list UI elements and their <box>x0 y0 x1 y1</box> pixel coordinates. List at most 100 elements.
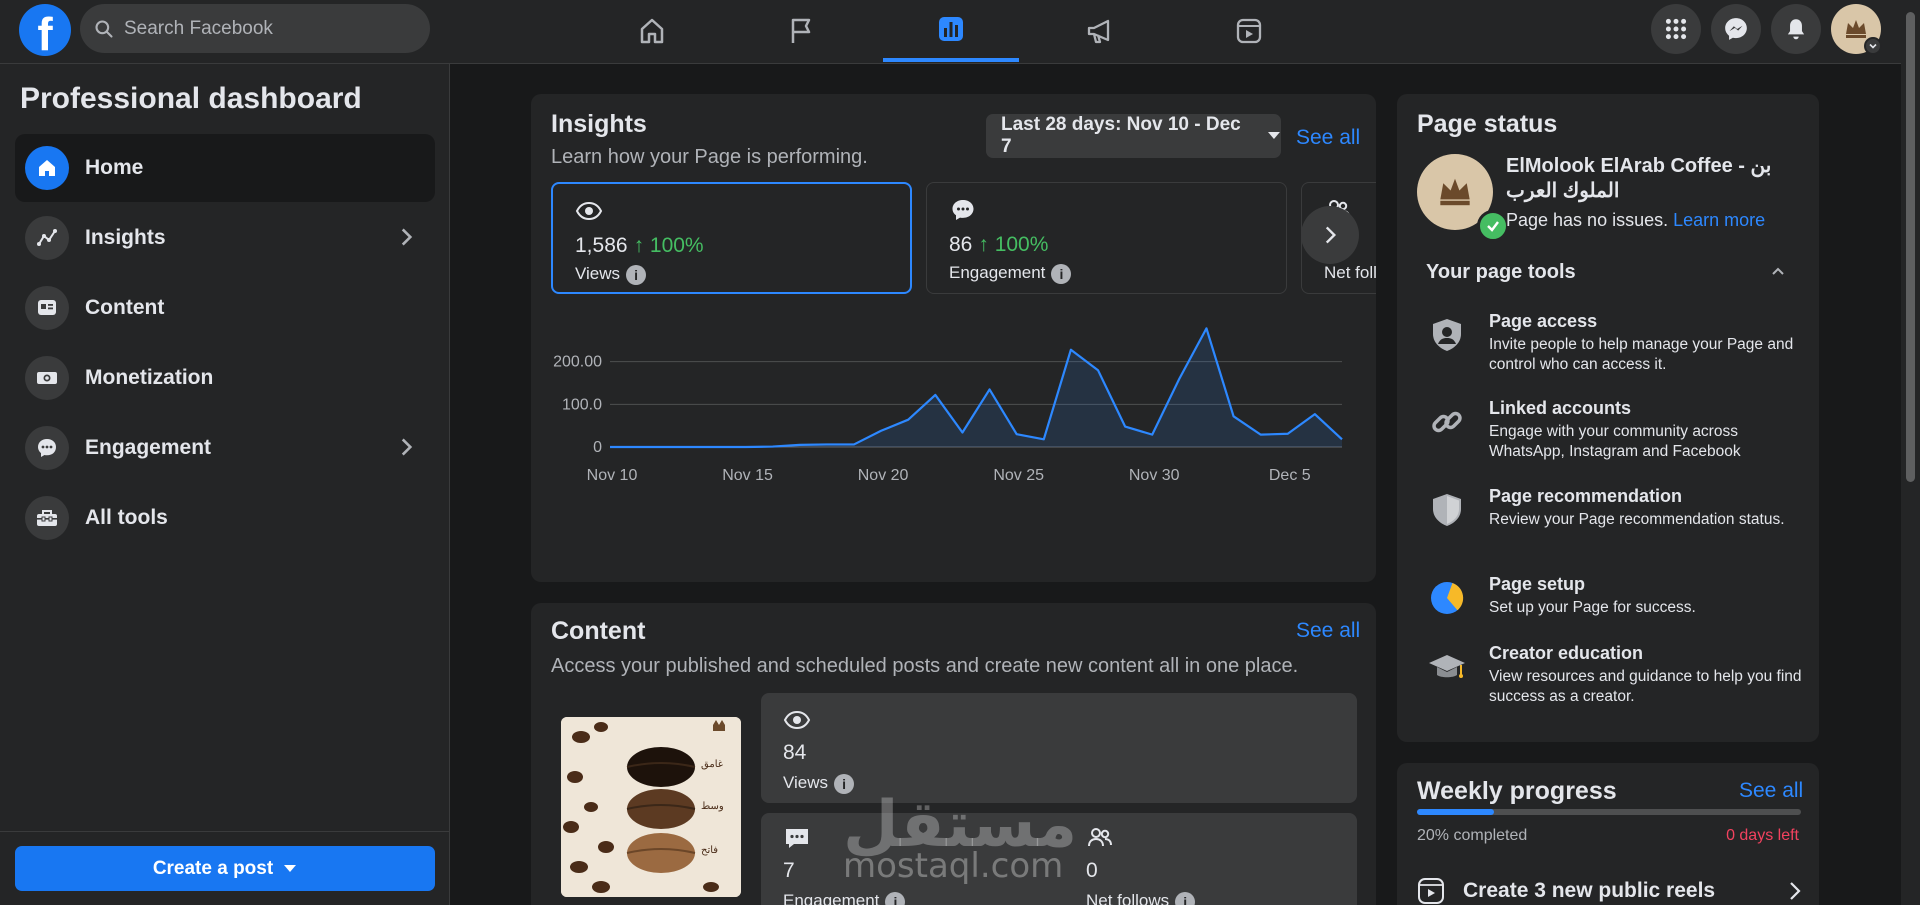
crown-logo-icon <box>1440 178 1470 206</box>
weekly-days-left: 0 days left <box>1726 827 1799 844</box>
chart-data-point[interactable] <box>607 444 613 450</box>
nav-tab-ads[interactable] <box>1032 0 1168 62</box>
insights-card: Insights Learn how your Page is performi… <box>531 94 1376 582</box>
info-icon[interactable]: i <box>1175 891 1196 905</box>
learn-more-link[interactable]: Learn more <box>1673 210 1765 230</box>
info-icon[interactable]: i <box>885 891 906 905</box>
info-icon[interactable]: i <box>1051 263 1072 284</box>
weekly-progress-bar <box>1417 809 1801 815</box>
nav-tab-pages[interactable] <box>733 0 869 62</box>
chart-data-point[interactable] <box>1231 413 1237 419</box>
nav-tab-reels[interactable] <box>1181 0 1317 62</box>
chart-area-fill <box>610 328 1342 447</box>
megaphone-icon <box>1087 19 1110 44</box>
sidebar-item-home[interactable]: Home <box>15 134 435 202</box>
chart-data-point[interactable] <box>661 444 667 450</box>
page-status-card: Page status ElMolook ElArab Coffee - بن … <box>1397 94 1819 742</box>
chart-data-point[interactable] <box>851 441 857 447</box>
thumb-label-dark: غامق <box>701 759 723 770</box>
nav-tab-home[interactable] <box>584 0 720 62</box>
sidebar-item-monetization[interactable]: Monetization <box>15 344 435 412</box>
sidebar-item-content[interactable]: Content <box>15 274 435 342</box>
chart-data-point[interactable] <box>1095 367 1101 373</box>
reels-icon <box>1236 18 1262 44</box>
weekly-task-item[interactable]: Create 3 new public reels <box>1417 877 1807 905</box>
views-metric-label: Views i <box>575 264 647 285</box>
chart-data-point[interactable] <box>1014 431 1020 437</box>
notifications-button[interactable] <box>1771 4 1821 54</box>
tool-title: Page recommendation <box>1489 486 1683 506</box>
chart-data-point[interactable] <box>1122 424 1128 430</box>
tool-title: Page setup <box>1489 574 1586 594</box>
date-range-select[interactable]: Last 28 days: Nov 10 - Dec 7 <box>986 114 1281 158</box>
page-tools-heading[interactable]: Your page tools <box>1426 261 1576 284</box>
sidebar-item-engagement[interactable]: Engagement <box>15 414 435 482</box>
link-icon <box>1432 411 1462 433</box>
chart-data-point[interactable] <box>1339 436 1345 442</box>
chart-data-point[interactable] <box>987 386 993 392</box>
search-bar[interactable] <box>80 4 430 53</box>
shield-icon <box>1433 494 1461 526</box>
sidebar-item-insights[interactable]: Insights <box>15 204 435 272</box>
chart-data-point[interactable] <box>1312 411 1318 417</box>
messenger-button[interactable] <box>1711 4 1761 54</box>
chart-data-point[interactable] <box>770 444 776 450</box>
chart-data-point[interactable] <box>1068 347 1074 353</box>
chart-data-point[interactable] <box>1149 432 1155 438</box>
post-views-value: 84 <box>783 741 807 764</box>
scrollbar-thumb[interactable] <box>1906 12 1915 482</box>
chart-data-point[interactable] <box>797 442 803 448</box>
dashboard-icon <box>939 17 963 41</box>
chart-data-point[interactable] <box>634 444 640 450</box>
create-post-button[interactable]: Create a post <box>15 846 435 891</box>
weekly-see-all-link[interactable]: See all <box>1739 779 1803 803</box>
eye-icon <box>783 710 811 730</box>
sidebar-item-all-tools[interactable]: All tools <box>15 484 435 552</box>
chevron-up-icon[interactable] <box>1770 264 1786 280</box>
chevron-down-icon <box>1869 43 1877 49</box>
metrics-next-button[interactable] <box>1301 206 1359 264</box>
metric-card-engagement[interactable]: 86 ↑ 100% Engagement i <box>926 182 1287 294</box>
post-thumbnail[interactable]: غامق وسط فاتح <box>561 717 741 897</box>
page-status-title: Page status <box>1417 110 1558 138</box>
sidebar-item-label: Content <box>85 296 165 319</box>
metric-card-views[interactable]: 1,586 ↑ 100% Views i <box>551 182 912 294</box>
chart-x-tick-label: Nov 15 <box>722 467 773 484</box>
chart-data-point[interactable] <box>743 444 749 450</box>
chart-data-point[interactable] <box>1176 376 1182 382</box>
chart-data-point[interactable] <box>959 429 965 435</box>
chat-icon <box>786 829 808 848</box>
chart-data-point[interactable] <box>932 392 938 398</box>
money-icon <box>25 356 69 400</box>
content-icon <box>25 286 69 330</box>
chart-data-point[interactable] <box>824 441 830 447</box>
page-scrollbar[interactable] <box>1901 0 1920 905</box>
page-name[interactable]: ElMolook ElArab Coffee - بن الملوك العرب <box>1506 154 1806 204</box>
post-engagement-label: Engagement i <box>783 891 906 905</box>
info-icon[interactable]: i <box>626 264 647 285</box>
tool-title: Creator education <box>1489 643 1644 663</box>
menu-button[interactable] <box>1651 4 1701 54</box>
content-see-all-link[interactable]: See all <box>1296 619 1360 643</box>
chevron-right-icon <box>1325 226 1337 244</box>
graduation-cap-icon <box>1429 655 1465 678</box>
chart-data-point[interactable] <box>1041 436 1047 442</box>
chart-x-tick-label: Nov 30 <box>1129 467 1180 484</box>
search-input[interactable] <box>124 17 404 40</box>
insights-see-all-link[interactable]: See all <box>1296 126 1360 150</box>
search-icon <box>95 19 113 38</box>
chart-data-point[interactable] <box>715 444 721 450</box>
chart-data-point[interactable] <box>878 428 884 434</box>
weekly-progress-fill <box>1417 809 1494 815</box>
account-menu-caret[interactable] <box>1864 37 1882 55</box>
people-icon <box>1088 828 1112 847</box>
chart-y-tick-label: 100.0 <box>562 396 602 413</box>
chart-data-point[interactable] <box>1203 325 1209 331</box>
chart-data-point[interactable] <box>688 444 694 450</box>
chart-data-point[interactable] <box>1258 432 1264 438</box>
nav-tab-dashboard[interactable] <box>883 0 1019 62</box>
page-status-line: Page has no issues. Learn more <box>1506 210 1765 231</box>
facebook-logo[interactable]: f <box>19 4 71 56</box>
chart-data-point[interactable] <box>1285 431 1291 437</box>
chart-data-point[interactable] <box>905 417 911 423</box>
